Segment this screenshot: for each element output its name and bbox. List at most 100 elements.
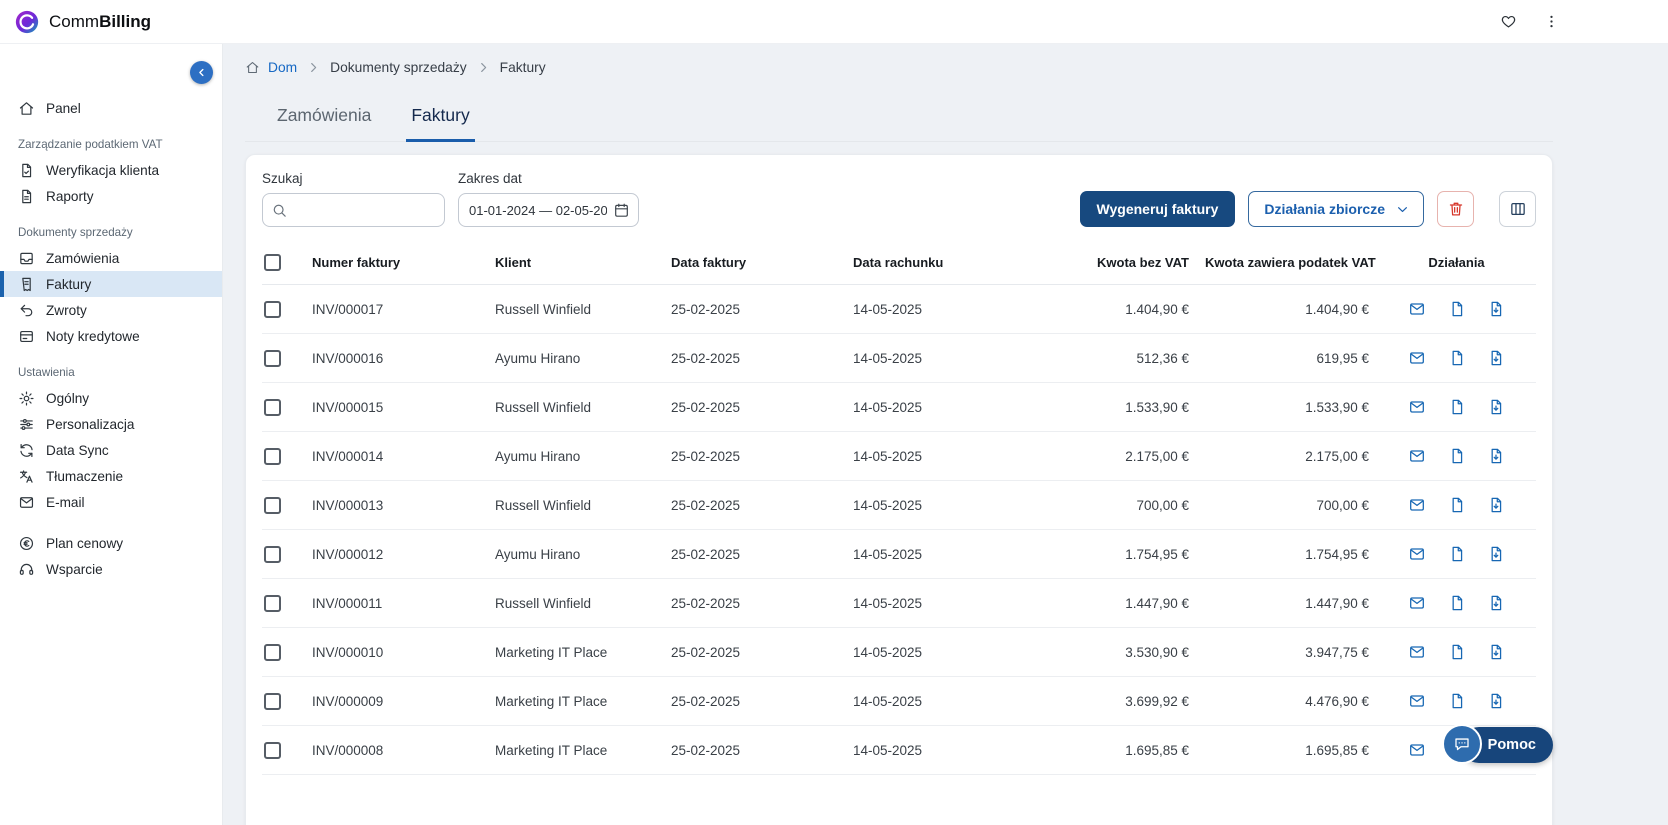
invoice-number-cell: INV/000008: [304, 726, 487, 775]
sidebar-item-label: Noty kredytowe: [46, 329, 140, 344]
sidebar-item-label: Weryfikacja klienta: [46, 163, 159, 178]
search-input[interactable]: [262, 193, 445, 227]
sidebar-item-raporty[interactable]: Raporty: [0, 183, 222, 209]
row-checkbox[interactable]: [264, 595, 281, 612]
row-checkbox[interactable]: [264, 448, 281, 465]
help-label: Pomoc: [1488, 737, 1536, 753]
view-document-button[interactable]: [1448, 447, 1466, 465]
file-icon: [1448, 300, 1466, 318]
row-checkbox[interactable]: [264, 742, 281, 759]
invoice-row: INV/000013 Russell Winfield 25-02-2025 1…: [262, 481, 1536, 530]
view-document-button[interactable]: [1448, 398, 1466, 416]
table-header-row: Numer faktury Klient Data faktury Data r…: [262, 241, 1536, 285]
bulk-actions-button[interactable]: Działania zbiorcze: [1248, 191, 1424, 227]
bill-date-cell: 14-05-2025: [845, 383, 1027, 432]
sidebar-item-panel[interactable]: Panel: [0, 95, 222, 121]
sidebar-item-label: E-mail: [46, 495, 85, 510]
returns-icon: [18, 302, 35, 319]
sidebar-section-sales: Dokumenty sprzedaży: [0, 226, 222, 239]
row-checkbox[interactable]: [264, 301, 281, 318]
gear-icon: [18, 390, 35, 407]
date-range-input[interactable]: 01-01-2024 — 02-05-202: [458, 193, 639, 227]
invoice-number-cell: INV/000014: [304, 432, 487, 481]
invoice-row: INV/000011 Russell Winfield 25-02-2025 1…: [262, 579, 1536, 628]
sidebar-item-noty-kredytowe[interactable]: Noty kredytowe: [0, 323, 222, 349]
delete-button[interactable]: [1437, 191, 1474, 227]
net-amount-cell: 700,00 €: [1027, 481, 1197, 530]
sidebar-collapse-button[interactable]: [190, 61, 213, 84]
net-amount-cell: 1.695,85 €: [1027, 726, 1197, 775]
view-document-button[interactable]: [1448, 349, 1466, 367]
sidebar-item-personalizacja[interactable]: Personalizacja: [0, 411, 222, 437]
net-amount-cell: 1.754,95 €: [1027, 530, 1197, 579]
download-invoice-button[interactable]: [1487, 300, 1505, 318]
client-cell: Russell Winfield: [487, 285, 663, 334]
columns-icon: [1509, 200, 1527, 218]
heart-icon[interactable]: [1500, 13, 1517, 30]
view-document-button[interactable]: [1448, 692, 1466, 710]
client-cell: Marketing IT Place: [487, 628, 663, 677]
send-email-button[interactable]: [1408, 692, 1426, 710]
file-download-icon: [1487, 643, 1505, 661]
sidebar-item-zwroty[interactable]: Zwroty: [0, 297, 222, 323]
sidebar-item-plan-cenowy[interactable]: Plan cenowy: [0, 530, 222, 556]
help-button[interactable]: Pomoc: [1461, 727, 1553, 763]
invoice-row: INV/000016 Ayumu Hirano 25-02-2025 14-05…: [262, 334, 1536, 383]
row-checkbox[interactable]: [264, 693, 281, 710]
row-checkbox[interactable]: [264, 350, 281, 367]
view-document-button[interactable]: [1448, 496, 1466, 514]
download-invoice-button[interactable]: [1487, 447, 1505, 465]
send-email-button[interactable]: [1408, 447, 1426, 465]
row-checkbox[interactable]: [264, 644, 281, 661]
sidebar-item-ogolny[interactable]: Ogólny: [0, 385, 222, 411]
view-document-button[interactable]: [1448, 643, 1466, 661]
col-header-klient: Klient: [487, 241, 663, 285]
download-invoice-button[interactable]: [1487, 398, 1505, 416]
generate-invoices-button[interactable]: Wygeneruj faktury: [1080, 191, 1236, 227]
sidebar-item-weryfikacja-klienta[interactable]: Weryfikacja klienta: [0, 157, 222, 183]
envelope-icon: [18, 494, 35, 511]
download-invoice-button[interactable]: [1487, 349, 1505, 367]
invoices-card: Szukaj Zakres dat 01-01-2024 — 02-05-202…: [245, 154, 1553, 825]
sidebar-item-email[interactable]: E-mail: [0, 489, 222, 515]
client-cell: Ayumu Hirano: [487, 334, 663, 383]
view-document-button[interactable]: [1448, 594, 1466, 612]
kebab-menu-icon[interactable]: [1543, 13, 1560, 30]
row-checkbox[interactable]: [264, 497, 281, 514]
send-email-button[interactable]: [1408, 398, 1426, 416]
sidebar-item-data-sync[interactable]: Data Sync: [0, 437, 222, 463]
columns-button[interactable]: [1499, 191, 1536, 227]
sidebar-item-wsparcie[interactable]: Wsparcie: [0, 556, 222, 582]
gross-amount-cell: 1.533,90 €: [1197, 383, 1377, 432]
download-invoice-button[interactable]: [1487, 643, 1505, 661]
view-document-button[interactable]: [1448, 300, 1466, 318]
breadcrumb-home[interactable]: Dom: [268, 60, 297, 75]
row-checkbox[interactable]: [264, 546, 281, 563]
sidebar-item-zamowienia[interactable]: Zamówienia: [0, 245, 222, 271]
send-email-button[interactable]: [1408, 300, 1426, 318]
download-invoice-button[interactable]: [1487, 545, 1505, 563]
send-email-button[interactable]: [1408, 741, 1426, 759]
sidebar-item-faktury[interactable]: Faktury: [0, 271, 222, 297]
row-checkbox[interactable]: [264, 399, 281, 416]
gross-amount-cell: 1.754,95 €: [1197, 530, 1377, 579]
sidebar-item-tlumaczenie[interactable]: Tłumaczenie: [0, 463, 222, 489]
download-invoice-button[interactable]: [1487, 594, 1505, 612]
download-invoice-button[interactable]: [1487, 692, 1505, 710]
file-icon: [1448, 692, 1466, 710]
send-email-button[interactable]: [1408, 643, 1426, 661]
orders-icon: [18, 250, 35, 267]
send-email-button[interactable]: [1408, 594, 1426, 612]
tab-zamowienia[interactable]: Zamówienia: [272, 105, 376, 141]
sidebar-item-label: Zamówienia: [46, 251, 119, 266]
send-email-button[interactable]: [1408, 545, 1426, 563]
view-document-button[interactable]: [1448, 545, 1466, 563]
send-email-button[interactable]: [1408, 349, 1426, 367]
send-email-button[interactable]: [1408, 496, 1426, 514]
tab-faktury[interactable]: Faktury: [406, 105, 474, 142]
bill-date-cell: 14-05-2025: [845, 628, 1027, 677]
breadcrumb-dokumenty-sprzedazy[interactable]: Dokumenty sprzedaży: [330, 60, 467, 75]
envelope-icon: [1408, 692, 1426, 710]
download-invoice-button[interactable]: [1487, 496, 1505, 514]
select-all-checkbox[interactable]: [264, 254, 281, 271]
